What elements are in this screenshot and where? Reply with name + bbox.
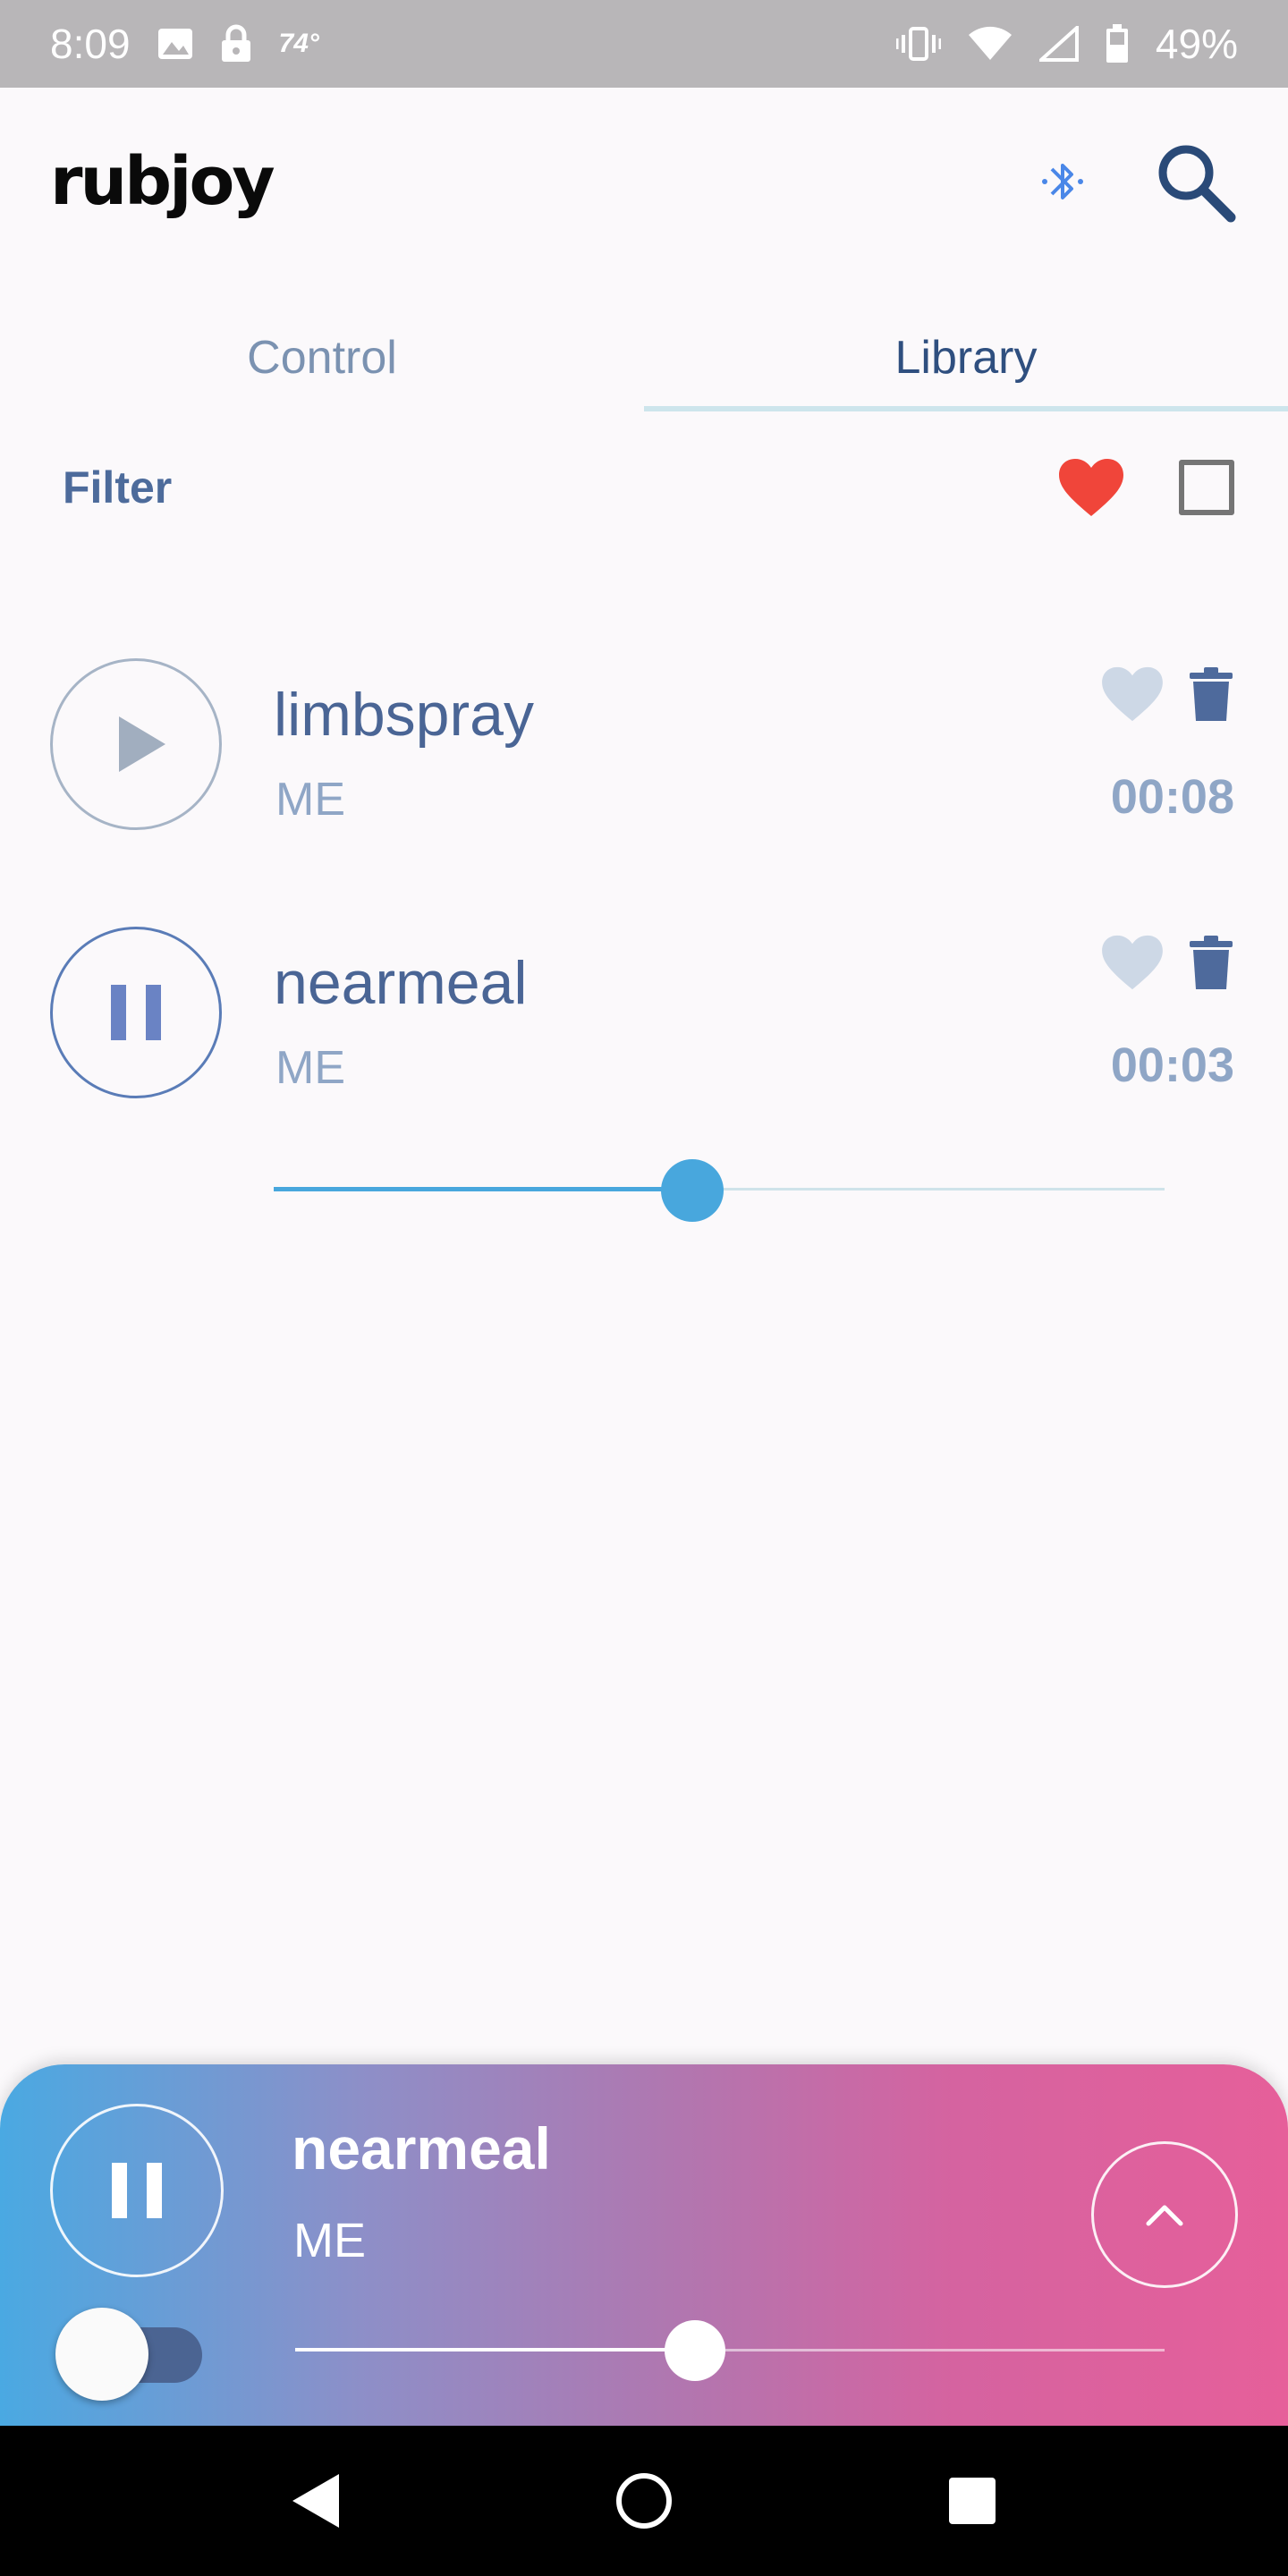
slider-fill [274, 1187, 693, 1191]
trash-icon[interactable] [1188, 934, 1234, 991]
pause-button[interactable] [50, 927, 222, 1098]
pause-icon [109, 983, 163, 1042]
track-title: limbspray [274, 681, 534, 749]
battery-percent: 49% [1155, 21, 1238, 67]
list-item[interactable]: nearmeal ME 00:03 [0, 927, 1288, 1150]
bluetooth-icon[interactable] [1036, 153, 1089, 210]
track-artist: ME [275, 1042, 345, 1094]
vibrate-icon [895, 26, 941, 62]
status-bar: 8:09 74° 49% [0, 0, 1288, 88]
wifi-icon [968, 26, 1013, 62]
recents-icon[interactable] [919, 2447, 1026, 2555]
player-progress-slider[interactable] [295, 2315, 1165, 2386]
track-title: nearmeal [274, 949, 528, 1017]
player-title: nearmeal [292, 2115, 551, 2182]
track-actions [1100, 934, 1234, 991]
signal-icon [1038, 26, 1079, 62]
toggle-knob[interactable] [55, 2308, 148, 2401]
checkbox-icon[interactable] [1179, 460, 1234, 515]
app-logo: rubjoy [50, 143, 275, 220]
status-time: 8:09 [50, 21, 131, 67]
filter-row: Filter [0, 438, 1288, 537]
status-temperature: 74° [278, 29, 319, 58]
slider-thumb[interactable] [665, 2320, 726, 2381]
expand-player-button[interactable] [1091, 2141, 1238, 2288]
slider-thumb[interactable] [661, 1159, 724, 1222]
player-pause-button[interactable] [50, 2104, 224, 2277]
status-right: 49% [895, 20, 1238, 68]
track-duration: 00:03 [1110, 1038, 1234, 1092]
heart-icon[interactable] [1057, 457, 1125, 518]
track-artist: ME [275, 774, 345, 826]
filter-actions [1057, 457, 1234, 518]
tab-bar: Control Library [0, 304, 1288, 411]
status-left: 8:09 74° [50, 20, 319, 68]
image-icon [157, 28, 193, 60]
loop-toggle[interactable] [55, 2302, 202, 2401]
favorite-heart-icon[interactable] [1100, 665, 1165, 723]
battery-icon [1106, 24, 1129, 64]
play-icon [117, 715, 167, 774]
back-icon[interactable] [262, 2447, 369, 2555]
system-nav-bar [0, 2426, 1288, 2576]
app-header: rubjoy [0, 88, 1288, 275]
tab-library[interactable]: Library [644, 304, 1288, 411]
lock-icon [220, 24, 252, 64]
pause-icon [110, 2161, 164, 2220]
header-actions [1036, 139, 1238, 225]
favorite-heart-icon[interactable] [1100, 934, 1165, 991]
player-artist: ME [293, 2214, 366, 2267]
list-item[interactable]: limbspray ME 00:08 [0, 658, 1288, 882]
track-duration: 00:08 [1110, 770, 1234, 824]
chevron-up-icon [1145, 2202, 1184, 2227]
trash-icon[interactable] [1188, 665, 1234, 723]
search-icon[interactable] [1152, 139, 1238, 225]
track-progress-slider[interactable] [274, 1154, 1165, 1225]
slider-fill [295, 2348, 696, 2351]
track-actions [1100, 665, 1234, 723]
play-button[interactable] [50, 658, 222, 830]
home-icon[interactable] [590, 2447, 698, 2555]
tab-control[interactable]: Control [0, 304, 644, 411]
filter-button[interactable]: Filter [63, 462, 172, 513]
